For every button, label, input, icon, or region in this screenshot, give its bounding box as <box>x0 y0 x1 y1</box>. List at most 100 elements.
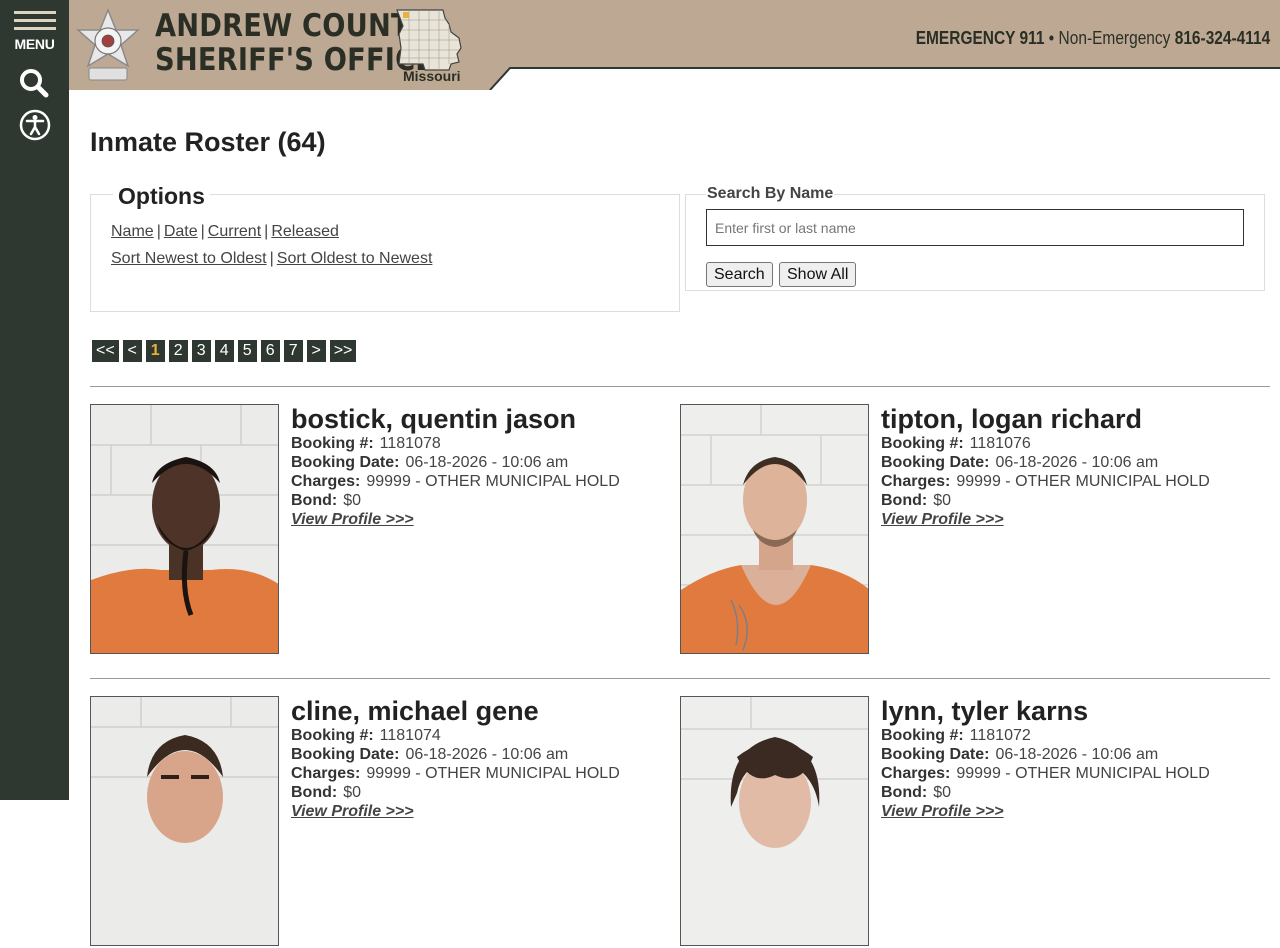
booking-number: 1181076 <box>969 435 1031 452</box>
charges: 99999 - OTHER MUNICIPAL HOLD <box>366 765 620 782</box>
view-profile-link[interactable]: View Profile >>> <box>881 510 1210 529</box>
booking-number-row: Booking #: 1181076 <box>881 434 1210 453</box>
inmate-info: bostick, quentin jason Booking #: 1181078… <box>291 404 620 529</box>
pagination: << < 1 2 3 4 5 6 7 > >> <box>92 340 357 362</box>
booking-date-row: Booking Date: 06-18-2026 - 10:06 am <box>881 745 1210 764</box>
inmate-photo[interactable] <box>90 404 279 654</box>
page-prev-button[interactable]: < <box>122 340 142 362</box>
page-1-button[interactable]: 1 <box>145 340 165 362</box>
page-5-button[interactable]: 5 <box>237 340 257 362</box>
inmate-photo[interactable] <box>90 696 279 946</box>
hamburger-icon <box>14 11 56 14</box>
bond-row: Bond: $0 <box>291 783 620 802</box>
filter-links: Name | Date | Current | Released <box>111 223 339 241</box>
charges-label: Charges: <box>291 473 361 490</box>
nonemergency-number[interactable]: 816-324-4114 <box>1174 28 1270 48</box>
inmate-photo[interactable] <box>680 696 869 946</box>
inmate-card: bostick, quentin jason Booking #: 1181078… <box>90 404 680 656</box>
sheriff-star-badge-icon[interactable] <box>75 7 141 86</box>
view-profile-link[interactable]: View Profile >>> <box>291 510 620 529</box>
sort-oldest-link[interactable]: Sort Oldest to Newest <box>277 250 433 267</box>
contact-separator: • <box>1048 28 1054 48</box>
booking-number: 1181072 <box>969 727 1031 744</box>
booking-number-row: Booking #: 1181078 <box>291 434 620 453</box>
filter-separator: | <box>156 223 161 240</box>
bond-label: Bond: <box>291 492 338 509</box>
booking-number-row: Booking #: 1181074 <box>291 726 620 745</box>
inmate-photo[interactable] <box>680 404 869 654</box>
options-panel: Options Name | Date | Current | Released Sort … <box>90 183 680 312</box>
inmate-card: cline, michael gene Booking #: 1181074 Bo… <box>90 696 680 948</box>
page-title: Inmate Roster (64) <box>90 127 326 157</box>
booking-date-row: Booking Date: 06-18-2026 - 10:06 am <box>291 745 620 764</box>
name-search-input[interactable] <box>706 209 1244 246</box>
inmate-info: lynn, tyler karns Booking #: 1181072 Book… <box>881 696 1210 821</box>
bond-label: Bond: <box>291 784 338 801</box>
booking-date: 06-18-2026 - 10:06 am <box>405 746 569 763</box>
page-4-button[interactable]: 4 <box>214 340 234 362</box>
filter-name-link[interactable]: Name <box>111 223 154 240</box>
charges-label: Charges: <box>881 765 951 782</box>
show-all-button[interactable]: Show All <box>779 262 857 287</box>
page-next-button[interactable]: > <box>306 340 326 362</box>
inmate-name: tipton, logan richard <box>881 404 1142 434</box>
divider <box>90 386 1270 387</box>
page-3-button[interactable]: 3 <box>191 340 211 362</box>
charges-label: Charges: <box>291 765 361 782</box>
charges: 99999 - OTHER MUNICIPAL HOLD <box>366 473 620 490</box>
page-last-button[interactable]: >> <box>329 340 357 362</box>
booking-label: Booking #: <box>881 435 964 452</box>
emergency-label[interactable]: EMERGENCY 911 <box>915 28 1044 48</box>
inmate-name: bostick, quentin jason <box>291 404 577 434</box>
map-label: Missouri <box>403 68 461 84</box>
charges: 99999 - OTHER MUNICIPAL HOLD <box>956 473 1210 490</box>
page-7-button[interactable]: 7 <box>283 340 303 362</box>
charges-label: Charges: <box>881 473 951 490</box>
sort-links: Sort Newest to Oldest | Sort Oldest to New… <box>111 250 432 268</box>
search-legend: Search By Name <box>706 185 835 203</box>
charges-row: Charges: 99999 - OTHER MUNICIPAL HOLD <box>881 764 1210 783</box>
options-legend: Options <box>113 183 210 210</box>
inmate-info: cline, michael gene Booking #: 1181074 Bo… <box>291 696 620 821</box>
booking-date-label: Booking Date: <box>881 746 990 763</box>
filter-date-link[interactable]: Date <box>164 223 198 240</box>
menu-button[interactable]: MENU <box>0 0 69 60</box>
bond: $0 <box>933 784 951 801</box>
search-panel: Search By Name Search Show All <box>685 185 1265 291</box>
booking-date-label: Booking Date: <box>291 746 400 763</box>
bond-label: Bond: <box>881 784 928 801</box>
filter-separator: | <box>200 223 205 240</box>
filter-separator: | <box>264 223 269 240</box>
hamburger-icon-bar <box>14 27 56 30</box>
filter-current-link[interactable]: Current <box>208 223 261 240</box>
booking-label: Booking #: <box>291 435 374 452</box>
booking-label: Booking #: <box>881 727 964 744</box>
bond: $0 <box>343 784 361 801</box>
booking-date-row: Booking Date: 06-18-2026 - 10:06 am <box>291 453 620 472</box>
inmate-card: tipton, logan richard Booking #: 1181076 … <box>680 404 1270 656</box>
booking-date-label: Booking Date: <box>291 454 400 471</box>
page-first-button[interactable]: << <box>92 340 119 362</box>
booking-date-label: Booking Date: <box>881 454 990 471</box>
bond: $0 <box>343 492 361 509</box>
accessibility-icon[interactable] <box>18 108 52 142</box>
search-icon[interactable] <box>17 66 51 100</box>
charges: 99999 - OTHER MUNICIPAL HOLD <box>956 765 1210 782</box>
page-6-button[interactable]: 6 <box>260 340 280 362</box>
divider <box>90 678 1270 679</box>
view-profile-link[interactable]: View Profile >>> <box>881 802 1210 821</box>
bond-row: Bond: $0 <box>881 783 1210 802</box>
page-2-button[interactable]: 2 <box>168 340 188 362</box>
booking-date: 06-18-2026 - 10:06 am <box>995 454 1159 471</box>
site-header: ANDREW COUNTY SHERIFF'S OFFICE Missouri … <box>69 0 1280 90</box>
left-rail: MENU <box>0 0 69 800</box>
inmate-info: tipton, logan richard Booking #: 1181076 … <box>881 404 1210 529</box>
menu-label: MENU <box>14 36 55 52</box>
bond-row: Bond: $0 <box>291 491 620 510</box>
search-button[interactable]: Search <box>706 262 773 287</box>
sort-newest-link[interactable]: Sort Newest to Oldest <box>111 250 267 267</box>
view-profile-link[interactable]: View Profile >>> <box>291 802 620 821</box>
inmate-card: lynn, tyler karns Booking #: 1181072 Book… <box>680 696 1270 948</box>
bond: $0 <box>933 492 951 509</box>
filter-released-link[interactable]: Released <box>271 223 339 240</box>
